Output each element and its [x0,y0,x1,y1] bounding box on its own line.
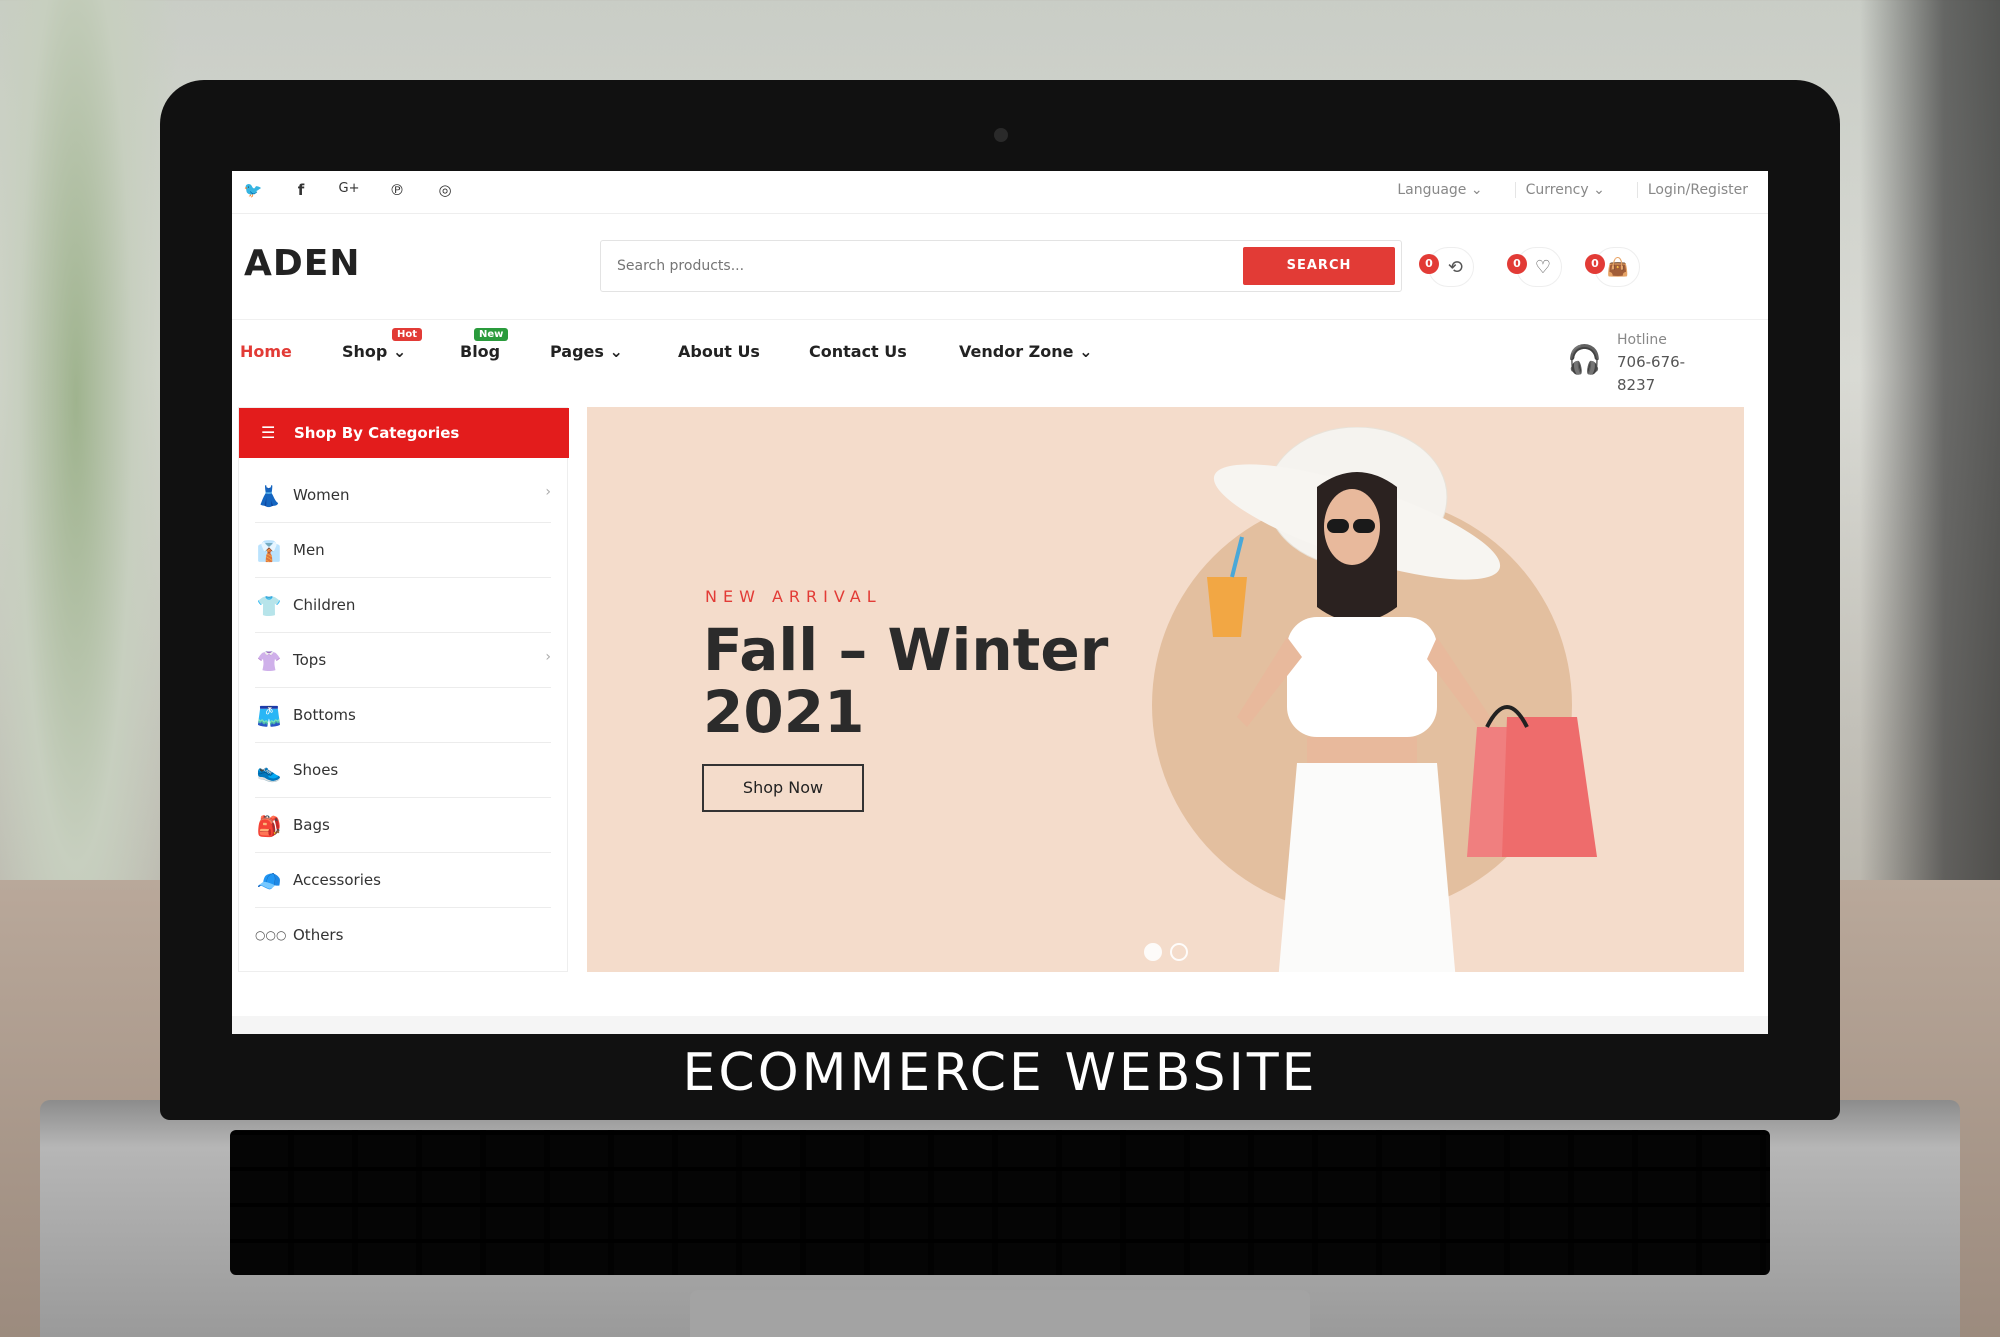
category-label: Bottoms [293,706,356,724]
nav-home[interactable]: Home [240,342,292,361]
category-sidebar: ☰ Shop By Categories 👗 Women › 👔 Men 👕 C… [238,407,569,972]
compare-count-badge: 0 [1419,254,1439,274]
nav-blog[interactable]: New Blog [460,328,509,361]
category-shoes[interactable]: 👟 Shoes [255,743,551,798]
search-bar: SEARCH [600,240,1402,292]
category-label: Tops [293,651,327,669]
top-bar: 🐦 f G+ ℗ ◎ Language ⌄ Currency ⌄ Login/R… [232,171,1768,214]
dress-icon: 👗 [256,484,282,508]
top-links: Language ⌄ Currency ⌄ Login/Register [1387,182,1758,198]
category-others[interactable]: ○○○ Others [255,908,551,963]
social-links: 🐦 f G+ ℗ ◎ [242,181,456,199]
login-register-link[interactable]: Login/Register [1636,182,1758,198]
headset-icon: 🎧 [1567,343,1602,376]
heart-icon: ♡ [1534,257,1551,278]
dots-icon: ○○○ [255,928,287,942]
promo-caption: ECOMMERCE WEBSITE [682,1043,1318,1103]
shoe-icon: 👟 [256,759,282,783]
category-accessories[interactable]: 🧢 Accessories [255,853,551,908]
cart-button[interactable]: 0 👜 [1585,247,1640,287]
shop-by-categories-header[interactable]: ☰ Shop By Categories [239,408,569,458]
nav-blog-label: Blog [460,342,501,361]
hotline-label: Hotline [1617,332,1667,348]
model-illustration [1207,427,1597,972]
nav-shop[interactable]: Hot Shop ⌄ [342,328,423,361]
carousel-dot[interactable] [1170,943,1188,961]
site-logo[interactable]: ADEN [244,243,360,284]
category-children[interactable]: 👕 Children [255,578,551,633]
tshirt-icon: 👚 [256,649,282,673]
hot-tag: Hot [392,328,423,341]
nav-pages[interactable]: Pages ⌄ [550,342,623,361]
main-nav: Home Hot Shop ⌄ New Blog Pages ⌄ About U… [232,319,1768,381]
cart-count-badge: 0 [1585,254,1605,274]
webcam-icon [994,128,1008,142]
banner-eyebrow: NEW ARRIVAL [705,587,882,606]
wishlist-count-badge: 0 [1507,254,1527,274]
laptop-screen: 🐦 f G+ ℗ ◎ Language ⌄ Currency ⌄ Login/R… [232,171,1768,1034]
carousel-dot[interactable] [1144,943,1162,961]
search-input[interactable] [617,254,1217,278]
onesie-icon: 👕 [256,594,282,618]
shop-now-button[interactable]: Shop Now [702,764,864,812]
content-divider [232,1016,1768,1034]
category-label: Others [293,926,344,944]
laptop-touchpad [690,1290,1310,1337]
nav-contact-us[interactable]: Contact Us [809,342,907,361]
google-plus-icon[interactable]: G+ [338,181,360,199]
chevron-right-icon: › [545,649,551,665]
category-label: Children [293,596,356,614]
nav-shop-label: Shop ⌄ [342,342,407,361]
nav-about-us[interactable]: About Us [678,342,760,361]
menu-icon: ☰ [261,423,276,442]
category-bottoms[interactable]: 🩳 Bottoms [255,688,551,743]
banner-title: Fall – Winter 2021 [703,616,1109,746]
facebook-icon[interactable]: f [290,181,312,199]
category-women[interactable]: 👗 Women › [255,468,551,523]
wishlist-button[interactable]: 0 ♡ [1507,247,1562,287]
category-label: Shoes [293,761,339,779]
chevron-right-icon: › [545,484,551,500]
category-tops[interactable]: 👚 Tops › [255,633,551,688]
sidebar-title: Shop By Categories [294,424,460,442]
nav-vendor-zone[interactable]: Vendor Zone ⌄ [959,342,1092,361]
background-blur-right [1860,0,2000,1000]
shirt-icon: 👔 [256,539,282,563]
laptop-keyboard [230,1130,1770,1275]
category-label: Bags [293,816,330,834]
currency-select[interactable]: Currency ⌄ [1514,182,1615,198]
hero-banner: NEW ARRIVAL Fall – Winter 2021 Shop Now [587,407,1744,972]
category-label: Accessories [293,871,381,889]
backpack-icon: 🎒 [256,814,282,838]
pinterest-icon[interactable]: ℗ [386,181,408,199]
shopping-bag-icon: 👜 [1606,257,1629,278]
instagram-icon[interactable]: ◎ [434,181,456,199]
compare-button[interactable]: 0 ⟲ [1419,247,1474,287]
category-bags[interactable]: 🎒 Bags [255,798,551,853]
refresh-icon: ⟲ [1447,257,1463,278]
category-label: Women [293,486,350,504]
language-select[interactable]: Language ⌄ [1387,182,1492,198]
cap-icon: 🧢 [256,869,282,893]
search-button[interactable]: SEARCH [1243,247,1395,285]
new-tag: New [474,328,509,341]
category-men[interactable]: 👔 Men [255,523,551,578]
shorts-icon: 🩳 [256,704,282,728]
category-label: Men [293,541,325,559]
hotline-number[interactable]: 706-676-8237 [1617,351,1717,397]
carousel-dots [1144,943,1188,961]
twitter-icon[interactable]: 🐦 [242,181,264,199]
